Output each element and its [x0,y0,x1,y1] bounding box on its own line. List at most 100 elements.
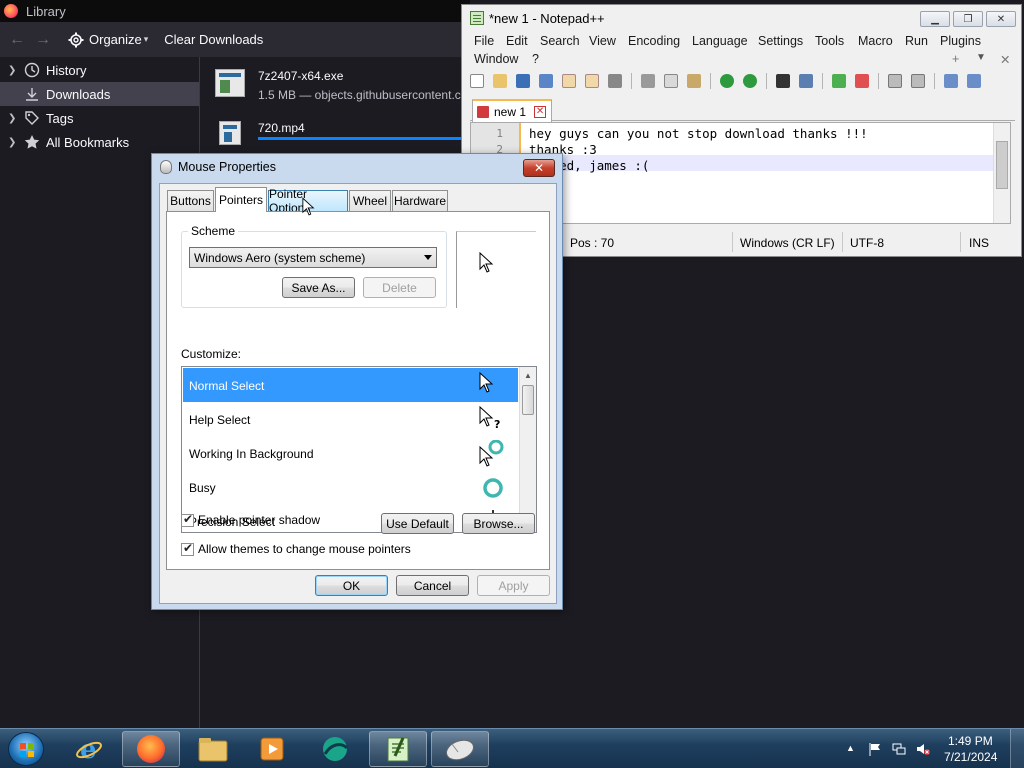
zoom-in-icon[interactable] [832,74,846,88]
menu-view[interactable]: View [589,34,616,48]
paste-icon[interactable] [687,74,701,88]
cursor-row-help-select[interactable]: Help Select ? [183,402,518,436]
start-button[interactable] [8,732,44,766]
taskbar-media-player[interactable] [244,731,302,767]
redo-icon[interactable] [743,74,757,88]
cursor-row-busy[interactable]: Busy [183,470,518,504]
menu-encoding[interactable]: Encoding [628,34,680,48]
clock-date[interactable]: 7/21/2024 [944,750,997,764]
menu-run[interactable]: Run [905,34,928,48]
clear-downloads-button[interactable]: Clear Downloads [164,32,263,47]
close-all-icon[interactable] [585,74,599,88]
cursor-list[interactable]: Normal Select Help Select ? Working In B… [181,366,537,533]
enable-pointer-shadow-checkbox[interactable]: ✔ Enable pointer shadow [181,511,320,527]
taskbar-notepad-plus-plus[interactable] [369,731,427,767]
dialog-body: Buttons Pointers Pointer Options Wheel H… [159,183,557,604]
copy-icon[interactable] [664,74,678,88]
show-all-chars-icon[interactable] [967,74,981,88]
close-document-icon[interactable]: ✕ [1000,52,1010,67]
delete-button[interactable]: Delete [363,277,436,298]
undo-icon[interactable] [720,74,734,88]
ok-button[interactable]: OK [315,575,388,596]
system-tray: ▲ 1:49 PM 7/21/2024 [840,729,1024,768]
checkbox-box[interactable]: ✔ [181,511,194,527]
clock-time[interactable]: 1:49 PM [948,734,993,748]
sidebar-item-downloads[interactable]: Downloads [0,82,199,106]
dialog-close-button[interactable]: ✕ [523,159,555,177]
save-as-button[interactable]: Save As... [282,277,355,298]
print-icon[interactable] [608,74,622,88]
back-arrow-icon[interactable]: ← [4,31,30,49]
taskbar-mouse-properties[interactable] [431,731,489,767]
close-tab-icon[interactable]: ✕ [534,105,547,118]
tab-new-1[interactable]: new 1 ✕ [472,99,552,122]
show-hidden-icons-button[interactable]: ▲ [846,743,860,757]
browse-button[interactable]: Browse... [462,513,535,534]
open-folder-icon[interactable] [493,74,507,88]
chevron-right-icon[interactable]: ❯ [8,113,22,124]
zoom-out-icon[interactable] [855,74,869,88]
scheme-select[interactable]: Windows Aero (system scheme) [189,247,437,268]
chevron-right-icon[interactable]: ❯ [8,137,22,148]
menu-file[interactable]: File [474,34,494,48]
replace-icon[interactable] [799,74,813,88]
apply-button[interactable]: Apply [477,575,550,596]
word-wrap-icon[interactable] [944,74,958,88]
menu-plugins[interactable]: Plugins [940,34,981,48]
volume-muted-icon[interactable] [916,742,930,756]
menu-settings[interactable]: Settings [758,34,803,48]
download-arrow-icon [22,86,42,102]
save-icon[interactable] [516,74,530,88]
taskbar-browser[interactable] [306,731,364,767]
allow-themes-checkbox[interactable]: ✔ Allow themes to change mouse pointers [181,541,411,556]
sidebar-item-history[interactable]: ❯ History [0,58,199,82]
forward-arrow-icon[interactable]: → [30,31,56,49]
organize-button[interactable]: Organize ▾ [68,32,148,48]
sync-vertical-icon[interactable] [888,74,902,88]
network-icon[interactable] [892,742,906,756]
tab-wheel[interactable]: Wheel [349,190,391,211]
sidebar-item-all-bookmarks[interactable]: ❯ All Bookmarks [0,130,199,154]
menu-window[interactable]: Window [474,52,518,66]
chevron-right-icon[interactable]: ❯ [8,65,22,76]
save-all-icon[interactable] [539,74,553,88]
menu-help[interactable]: ? [532,52,539,66]
close-file-icon[interactable] [562,74,576,88]
checkmark-icon: ✔ [183,511,194,526]
pointers-tab-panel: Scheme Windows Aero (system scheme) Save… [166,211,550,570]
action-center-flag-icon[interactable] [868,742,882,756]
tab-pointers[interactable]: Pointers [215,187,267,212]
cursor-row-normal-select[interactable]: Normal Select [183,368,518,402]
maximize-button[interactable]: ❐ [953,11,983,27]
menu-macro[interactable]: Macro [858,34,893,48]
gear-icon [68,32,84,47]
close-button[interactable]: ✕ [986,11,1016,27]
taskbar-file-explorer[interactable] [184,731,242,767]
use-default-button[interactable]: Use Default [381,513,454,534]
cancel-button[interactable]: Cancel [396,575,469,596]
show-desktop-button[interactable] [1010,729,1024,768]
new-tab-plus-icon[interactable]: + [952,52,959,66]
cursor-row-working-in-background[interactable]: Working In Background [183,436,518,470]
sidebar-item-tags[interactable]: ❯ Tags [0,106,199,130]
menu-search[interactable]: Search [540,34,580,48]
tab-hardware[interactable]: Hardware [392,190,448,211]
minimize-button[interactable]: ▁ [920,11,950,27]
find-icon[interactable] [776,74,790,88]
working-pointer-icon [479,440,504,467]
taskbar-internet-explorer[interactable]: e [60,731,118,767]
tab-buttons[interactable]: Buttons [167,190,214,211]
scroll-up-icon[interactable]: ▲ [524,371,532,380]
list-scrollbar[interactable]: ▲ ▼ [519,367,536,532]
checkbox-box[interactable]: ✔ [181,541,194,556]
sync-horizontal-icon[interactable] [911,74,925,88]
taskbar-firefox[interactable] [122,731,180,767]
new-file-icon[interactable] [470,74,484,88]
tab-list-dropdown-icon[interactable]: ▼ [976,52,986,63]
scroll-thumb[interactable] [522,385,534,415]
cut-icon[interactable] [641,74,655,88]
menu-tools[interactable]: Tools [815,34,844,48]
menu-language[interactable]: Language [692,34,748,48]
editor-scrollbar[interactable] [993,123,1010,223]
menu-edit[interactable]: Edit [506,34,528,48]
